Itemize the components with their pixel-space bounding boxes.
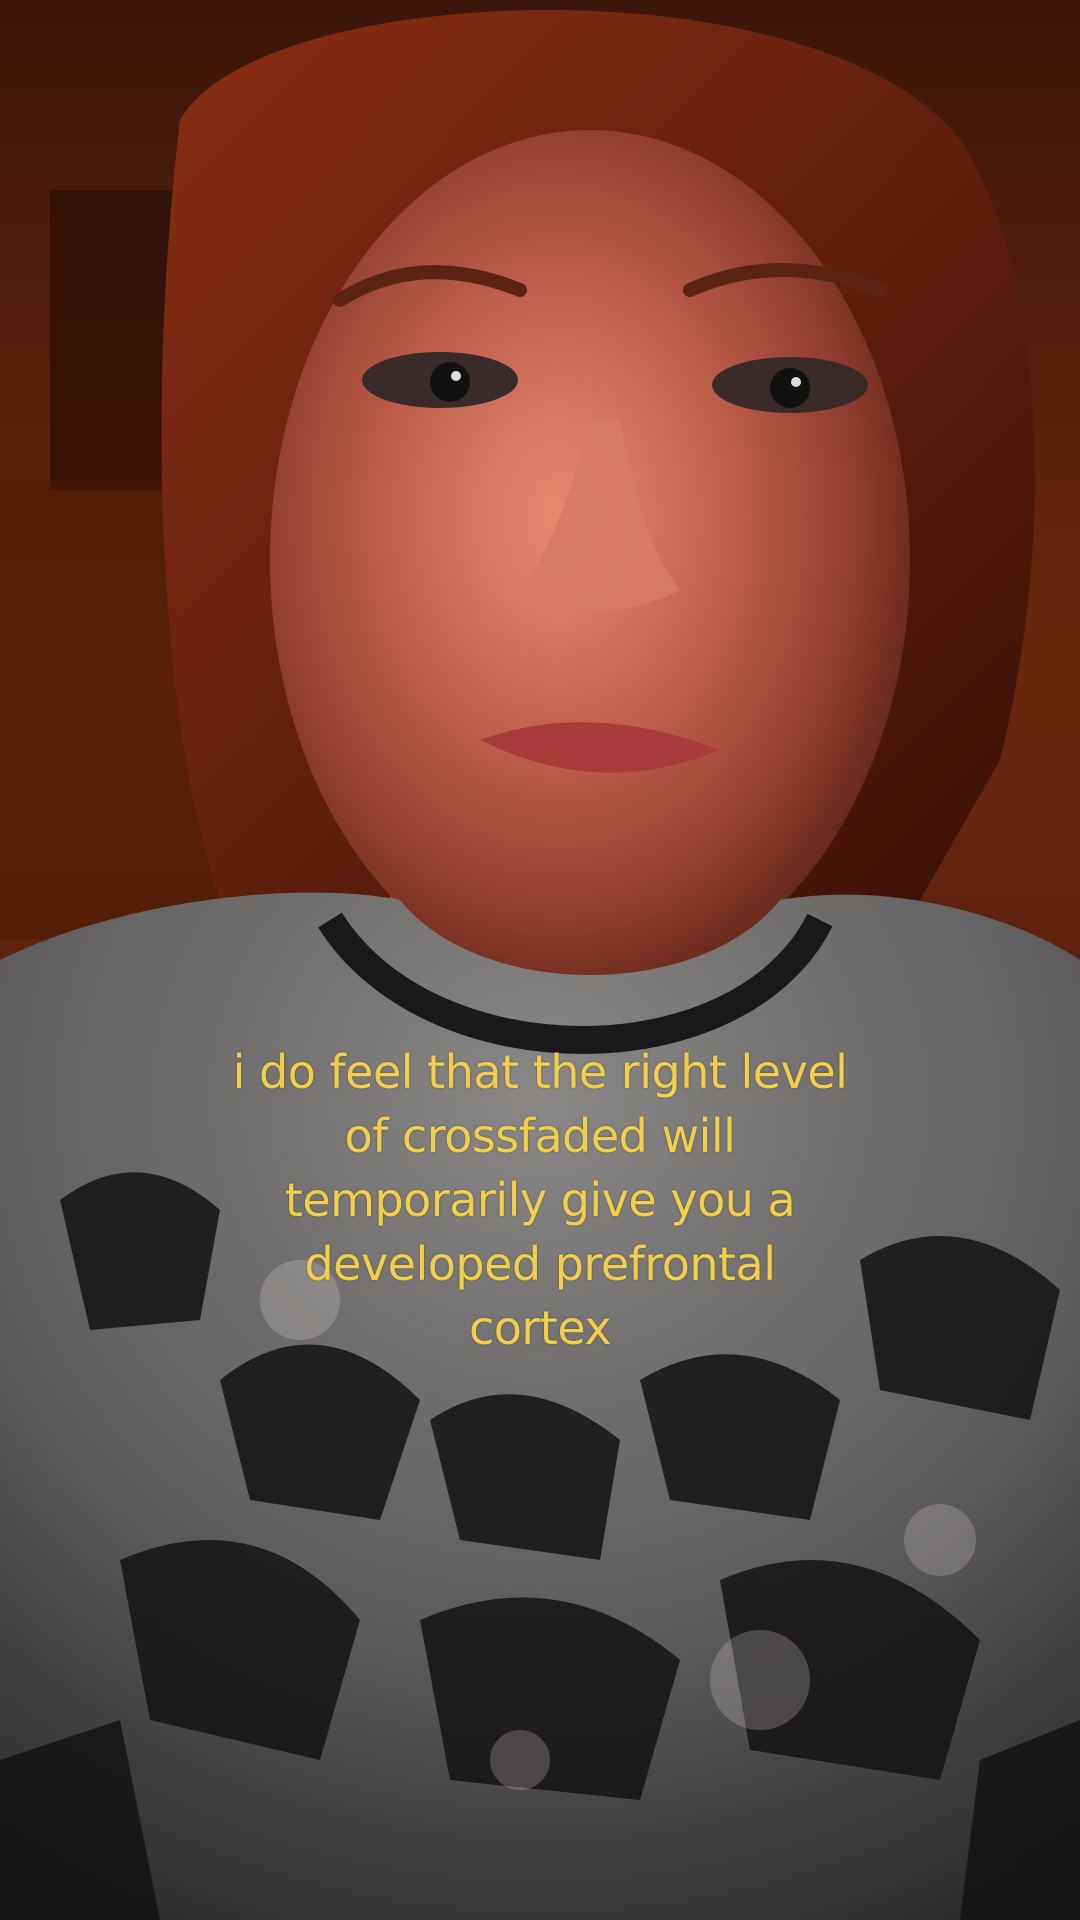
video-caption: i do feel that the right level of crossf… <box>232 1045 848 1355</box>
video-frame[interactable]: i do feel that the right level of crossf… <box>0 0 1080 1920</box>
video-still-image <box>0 0 1080 1920</box>
